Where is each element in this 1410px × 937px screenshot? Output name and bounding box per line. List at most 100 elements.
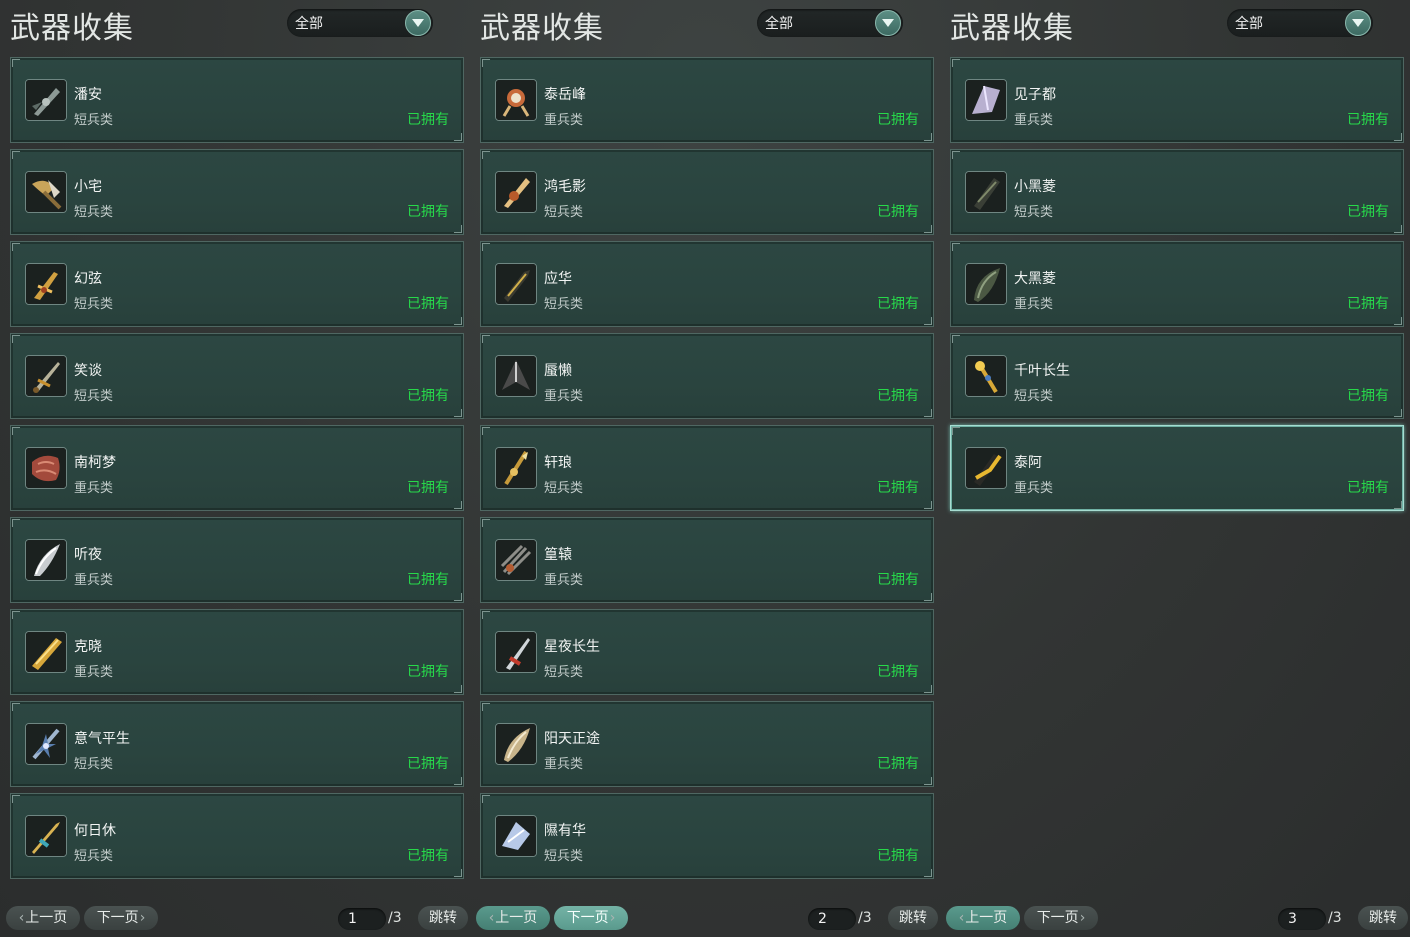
weapon-card[interactable]: 鸿毛影 短兵类 已拥有 bbox=[480, 149, 934, 235]
weapon-card[interactable]: 听夜 重兵类 已拥有 bbox=[10, 517, 464, 603]
owned-status: 已拥有 bbox=[407, 848, 449, 864]
owned-status: 已拥有 bbox=[407, 756, 449, 772]
weapon-name: 意气平生 bbox=[74, 731, 130, 747]
weapon-name: 南柯梦 bbox=[74, 455, 116, 471]
chevron-down-icon[interactable] bbox=[875, 10, 901, 36]
owned-status: 已拥有 bbox=[877, 664, 919, 680]
jump-button[interactable]: 跳转 bbox=[888, 906, 938, 930]
owned-status: 已拥有 bbox=[877, 112, 919, 128]
page-total: /3 bbox=[388, 910, 402, 926]
weapon-card[interactable]: 小宅 短兵类 已拥有 bbox=[10, 149, 464, 235]
weapon-list: 潘安 短兵类 已拥有 小宅 短兵类 已拥有 幻弦 短兵类 已拥有 笑谈 短兵类 … bbox=[10, 57, 464, 885]
weapon-card[interactable]: 轩琅 短兵类 已拥有 bbox=[480, 425, 934, 511]
owned-status: 已拥有 bbox=[877, 756, 919, 772]
prev-page-button[interactable]: 上一页 bbox=[946, 906, 1020, 930]
weapon-name: 应华 bbox=[544, 271, 572, 287]
next-page-label: 下一页 bbox=[566, 910, 609, 926]
filter-dropdown[interactable]: 全部 bbox=[287, 9, 433, 37]
page-number-input[interactable]: 1 bbox=[338, 908, 386, 930]
weapon-card[interactable]: 大黑菱 重兵类 已拥有 bbox=[950, 241, 1404, 327]
owned-status: 已拥有 bbox=[877, 388, 919, 404]
filter-dropdown[interactable]: 全部 bbox=[757, 9, 903, 37]
weapon-card-selected[interactable]: 泰阿 重兵类 已拥有 bbox=[950, 425, 1404, 511]
weapon-type: 重兵类 bbox=[1014, 481, 1054, 496]
weapon-type: 短兵类 bbox=[544, 205, 584, 220]
bronze-blade-icon bbox=[495, 723, 537, 765]
weapon-name: 小宅 bbox=[74, 179, 102, 195]
weapon-card[interactable]: 泰岳峰 重兵类 已拥有 bbox=[480, 57, 934, 143]
next-page-label: 下一页 bbox=[96, 910, 139, 926]
silver-blade-icon bbox=[25, 539, 67, 581]
owned-status: 已拥有 bbox=[877, 204, 919, 220]
weapon-card[interactable]: 隰有华 短兵类 已拥有 bbox=[480, 793, 934, 879]
jump-button[interactable]: 跳转 bbox=[418, 906, 468, 930]
weapon-type: 短兵类 bbox=[544, 297, 584, 312]
weapon-type: 短兵类 bbox=[74, 389, 114, 404]
weapon-card[interactable]: 应华 短兵类 已拥有 bbox=[480, 241, 934, 327]
sword-icon bbox=[25, 355, 67, 397]
weapon-card[interactable]: 篁辕 重兵类 已拥有 bbox=[480, 517, 934, 603]
prev-page-label: 上一页 bbox=[495, 910, 538, 926]
owned-status: 已拥有 bbox=[1347, 112, 1389, 128]
weapon-card[interactable]: 潘安 短兵类 已拥有 bbox=[10, 57, 464, 143]
filter-dropdown[interactable]: 全部 bbox=[1227, 9, 1373, 37]
weapon-card[interactable]: 南柯梦 重兵类 已拥有 bbox=[10, 425, 464, 511]
weapon-type: 重兵类 bbox=[74, 665, 114, 680]
black-dagger-icon bbox=[965, 171, 1007, 213]
weapon-name: 隰有华 bbox=[544, 823, 586, 839]
weapon-card[interactable]: 阳天正途 重兵类 已拥有 bbox=[480, 701, 934, 787]
weapon-list: 泰岳峰 重兵类 已拥有 鸿毛影 短兵类 已拥有 应华 短兵类 已拥有 蜃懒 重兵… bbox=[480, 57, 934, 885]
weapon-card[interactable]: 幻弦 短兵类 已拥有 bbox=[10, 241, 464, 327]
weapon-name: 幻弦 bbox=[74, 271, 102, 287]
weapon-name: 泰岳峰 bbox=[544, 87, 586, 103]
axe-icon bbox=[25, 171, 67, 213]
page-number-input[interactable]: 2 bbox=[808, 908, 856, 930]
next-page-button[interactable]: 下一页 bbox=[554, 906, 628, 930]
weapon-type: 短兵类 bbox=[74, 297, 114, 312]
weapon-type: 短兵类 bbox=[74, 113, 114, 128]
weapon-type: 重兵类 bbox=[544, 113, 584, 128]
weapon-card[interactable]: 意气平生 短兵类 已拥有 bbox=[10, 701, 464, 787]
weapon-card[interactable]: 笑谈 短兵类 已拥有 bbox=[10, 333, 464, 419]
black-greatblade-icon bbox=[965, 263, 1007, 305]
weapon-card[interactable]: 蜃懒 重兵类 已拥有 bbox=[480, 333, 934, 419]
weapon-name: 阳天正途 bbox=[544, 731, 600, 747]
prev-page-button[interactable]: 上一页 bbox=[476, 906, 550, 930]
weapon-name: 克晓 bbox=[74, 639, 102, 655]
page-number-input[interactable]: 3 bbox=[1278, 908, 1326, 930]
weapon-card[interactable]: 千叶长生 短兵类 已拥有 bbox=[950, 333, 1404, 419]
chevron-down-icon[interactable] bbox=[1345, 10, 1371, 36]
weapon-card[interactable]: 何日休 短兵类 已拥有 bbox=[10, 793, 464, 879]
chevron-down-icon[interactable] bbox=[405, 10, 431, 36]
crystal-blade-icon bbox=[495, 815, 537, 857]
owned-status: 已拥有 bbox=[1347, 204, 1389, 220]
weapon-type: 重兵类 bbox=[544, 573, 584, 588]
filter-value: 全部 bbox=[1235, 16, 1263, 32]
weapon-name: 星夜长生 bbox=[544, 639, 600, 655]
weapon-card[interactable]: 克晓 重兵类 已拥有 bbox=[10, 609, 464, 695]
weapon-type: 重兵类 bbox=[1014, 113, 1054, 128]
weapon-type: 短兵类 bbox=[544, 665, 584, 680]
weapon-card[interactable]: 见子都 重兵类 已拥有 bbox=[950, 57, 1404, 143]
prev-page-button[interactable]: 上一页 bbox=[6, 906, 80, 930]
claw-blade-icon bbox=[495, 539, 537, 581]
golden-spear-icon bbox=[495, 447, 537, 489]
owned-status: 已拥有 bbox=[1347, 296, 1389, 312]
spiked-sword-icon bbox=[25, 723, 67, 765]
prev-page-label: 上一页 bbox=[965, 910, 1008, 926]
weapon-type: 短兵类 bbox=[74, 205, 114, 220]
weapon-name: 小黑菱 bbox=[1014, 179, 1056, 195]
next-page-button[interactable]: 下一页 bbox=[84, 906, 158, 930]
next-page-button[interactable]: 下一页 bbox=[1024, 906, 1098, 930]
jump-button[interactable]: 跳转 bbox=[1358, 906, 1408, 930]
weapon-type: 短兵类 bbox=[74, 757, 114, 772]
panel-title: 武器收集 bbox=[10, 11, 134, 46]
weapon-card[interactable]: 小黑菱 短兵类 已拥有 bbox=[950, 149, 1404, 235]
weapon-name: 笑谈 bbox=[74, 363, 102, 379]
owned-status: 已拥有 bbox=[407, 480, 449, 496]
owned-status: 已拥有 bbox=[407, 664, 449, 680]
weapon-type: 重兵类 bbox=[544, 389, 584, 404]
owned-status: 已拥有 bbox=[407, 388, 449, 404]
weapon-type: 重兵类 bbox=[74, 573, 114, 588]
weapon-card[interactable]: 星夜长生 短兵类 已拥有 bbox=[480, 609, 934, 695]
